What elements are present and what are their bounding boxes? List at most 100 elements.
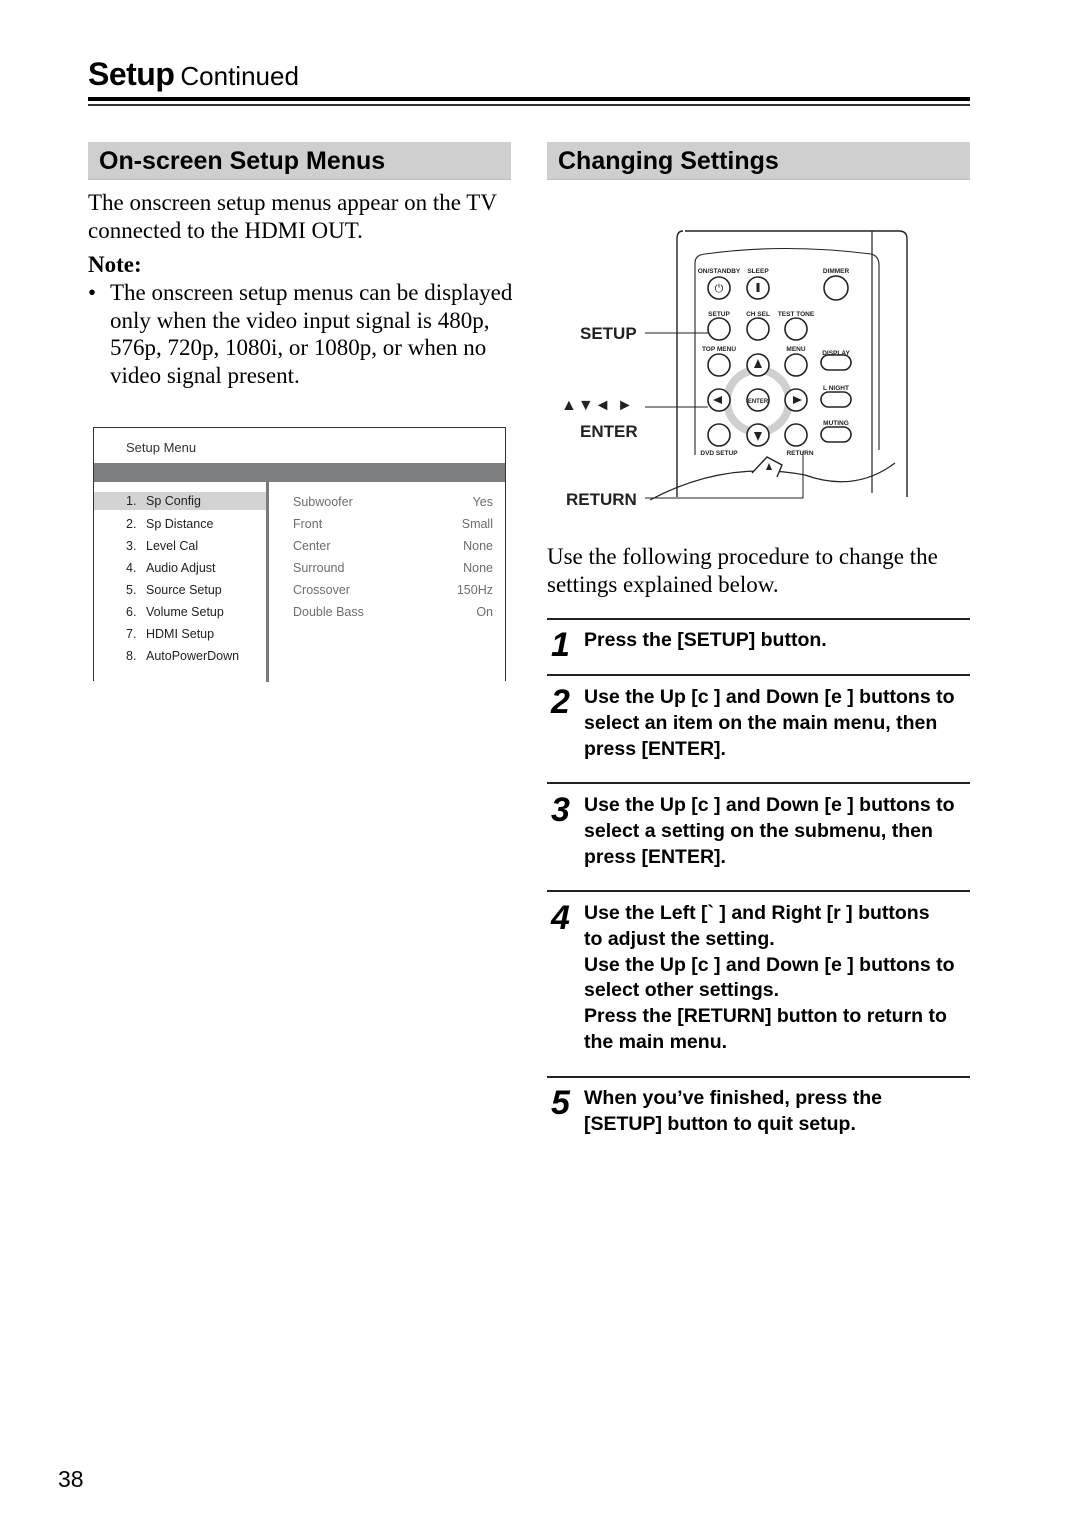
step-line: Press the [SETUP] button. [584, 629, 827, 651]
section-heading-onscreen-setup-menus: On-screen Setup Menus [88, 142, 511, 180]
submenu-item-center[interactable]: Center None [293, 536, 493, 558]
procedure-intro: Use the following procedure to change th… [547, 543, 977, 598]
step-line: to adjust the setting. [584, 927, 775, 950]
setting-value: Yes [472, 495, 493, 509]
main-menu-item-volume-setup[interactable]: 6. Volume Setup [94, 602, 266, 624]
submenu-item-crossover[interactable]: Crossover 150Hz [293, 580, 493, 602]
callout-return: RETURN [566, 490, 637, 509]
remote-control-illustration: ⏻ ENTER ON/STANDBY SLEEP DIMMER SETUP CH… [555, 225, 925, 515]
setup-submenu: Subwoofer Yes Front Small Center None Surro… [293, 492, 493, 624]
item-number: 7. [126, 627, 137, 641]
item-label: Source Setup [146, 583, 222, 597]
item-number: 4. [126, 561, 137, 575]
submenu-item-double-bass[interactable]: Double Bass On [293, 602, 493, 624]
label-dvd-setup: DVD SETUP [700, 450, 738, 457]
setup-menu-screen: Setup Menu 1. Sp Config 2. Sp Distance 3. L… [93, 427, 506, 682]
step-line: press [ENTER]. [584, 845, 726, 868]
note-bullet-item: • The onscreen setup menus can be displa… [88, 279, 518, 389]
display-button [820, 354, 852, 371]
step-5: 5 When you’ve finished, press the [SETUP… [547, 1086, 970, 1138]
callout-arrows: ▲▼◄ ► [561, 397, 634, 414]
muting-button [820, 426, 852, 443]
label-menu: MENU [786, 346, 805, 353]
item-number: 2. [126, 517, 137, 531]
main-menu-item-level-cal[interactable]: 3. Level Cal [94, 536, 266, 558]
step-line: When you’ve finished, press the [584, 1087, 882, 1109]
section-heading-changing-settings: Changing Settings [547, 142, 970, 180]
setting-value: None [463, 539, 493, 553]
callout-enter: ENTER [580, 422, 638, 441]
note-line: The onscreen setup menus can be displaye… [110, 280, 513, 305]
step-line: Use the Up [c ] and Down [e ] buttons to [584, 953, 955, 976]
main-menu-item-sp-distance[interactable]: 2. Sp Distance [94, 514, 266, 536]
step-line: Use the Up [c ] and Down [e ] buttons to [584, 686, 955, 708]
main-menu-item-sp-config[interactable]: 1. Sp Config [94, 492, 266, 510]
step-line: select an item on the main menu, then [584, 711, 938, 734]
power-icon: ⏻ [715, 283, 724, 295]
ch-sel-button [746, 317, 770, 341]
step-4: 4 Use the Left [` ] and Right [r ] butto… [547, 901, 970, 1056]
item-label: Sp Distance [146, 517, 214, 531]
main-menu-item-audio-adjust[interactable]: 4. Audio Adjust [94, 558, 266, 580]
setting-value: On [476, 605, 493, 619]
item-label: Audio Adjust [146, 561, 216, 575]
setup-menu-bar [94, 463, 505, 482]
dimmer-button [823, 275, 849, 301]
setting-name: Center [293, 539, 331, 553]
step-text: Use the Up [c ] and Down [e ] buttons to… [584, 793, 970, 870]
step-1: 1 Press the [SETUP] button. [547, 628, 970, 662]
label-sleep: SLEEP [747, 268, 769, 275]
step-divider [547, 782, 970, 784]
label-top-menu: TOP MENU [702, 346, 736, 353]
step-text: Press the [SETUP] button. [584, 628, 970, 654]
label-dimmer: DIMMER [823, 268, 850, 275]
setting-name: Front [293, 517, 323, 531]
submenu-item-surround[interactable]: Surround None [293, 558, 493, 580]
step-line: select a setting on the submenu, then [584, 819, 933, 842]
step-number: 1 [551, 626, 570, 664]
step-line: select other settings. [584, 979, 780, 1002]
item-number: 6. [126, 605, 137, 619]
svg-text:ENTER: ENTER [748, 399, 769, 405]
item-number: 5. [126, 583, 137, 597]
intro-paragraph: The onscreen setup menus appear on the T… [88, 189, 518, 244]
step-divider [547, 890, 970, 892]
item-label: Level Cal [146, 539, 199, 553]
setup-button [707, 317, 731, 341]
step-divider [547, 674, 970, 676]
step-divider [547, 1076, 970, 1078]
main-menu-item-source-setup[interactable]: 5. Source Setup [94, 580, 266, 602]
submenu-item-front[interactable]: Front Small [293, 514, 493, 536]
step-line: press [ENTER]. [584, 737, 726, 760]
page-title-main: Setup [88, 56, 175, 92]
dvd-setup-button [707, 423, 731, 447]
item-number: 8. [126, 649, 137, 663]
label-setup: SETUP [708, 311, 730, 318]
item-number: 3. [126, 539, 137, 553]
page-title-continued: Continued [180, 61, 299, 91]
label-ch-sel: CH SEL [746, 311, 770, 318]
item-label: Sp Config [146, 494, 201, 508]
note-label: Note: [88, 252, 142, 277]
intro-line: connected to the HDMI OUT. [88, 217, 363, 243]
menu-button [784, 353, 808, 377]
main-menu-item-hdmi-setup[interactable]: 7. HDMI Setup [94, 624, 266, 646]
label-return: RETURN [786, 450, 813, 457]
step-text: Use the Left [` ] and Right [r ] buttons… [584, 901, 970, 1056]
label-on-standby: ON/STANDBY [698, 268, 741, 275]
top-menu-button [707, 353, 731, 377]
procedure-intro-line: settings explained below. [547, 571, 779, 597]
note-line: video signal present. [110, 362, 300, 388]
main-menu-item-autopowerdown[interactable]: 8. AutoPowerDown [94, 646, 266, 668]
step-line: Use the Left [` ] and Right [r ] buttons [584, 902, 930, 924]
setting-name: Crossover [293, 583, 350, 597]
procedure-intro-line: Use the following procedure to change th… [547, 544, 938, 569]
setting-name: Subwoofer [293, 495, 353, 509]
submenu-item-subwoofer[interactable]: Subwoofer Yes [293, 492, 493, 514]
label-muting: MUTING [823, 420, 849, 427]
item-label: AutoPowerDown [146, 649, 240, 663]
item-label: HDMI Setup [146, 627, 215, 641]
setting-value: Small [461, 517, 493, 531]
step-3: 3 Use the Up [c ] and Down [e ] buttons … [547, 793, 970, 870]
page-header: Setup Continued [88, 56, 970, 94]
